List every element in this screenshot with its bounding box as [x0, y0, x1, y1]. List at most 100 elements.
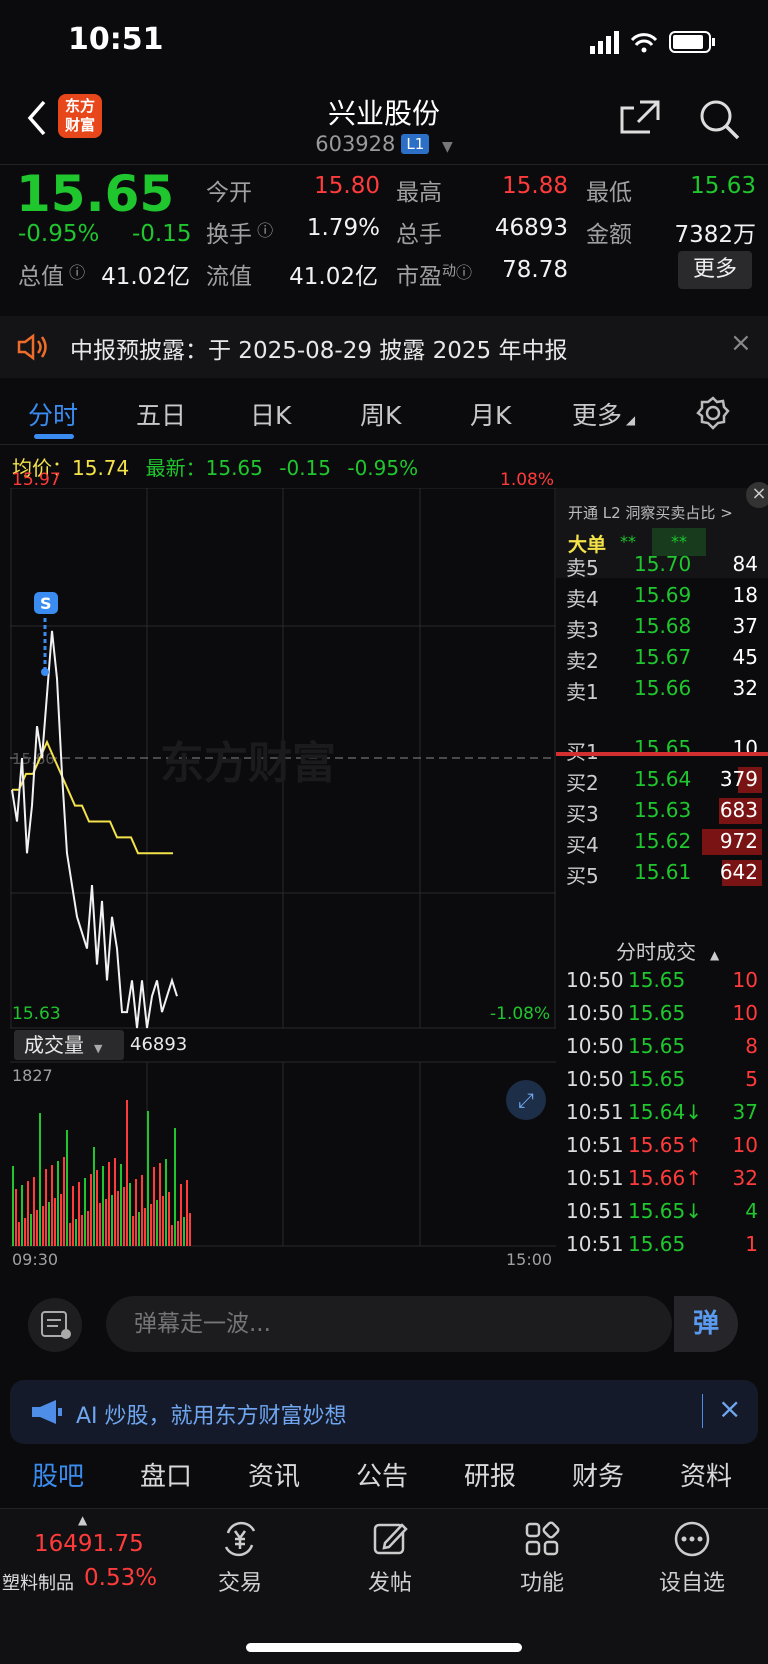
nav-post[interactable]: 发帖	[330, 1519, 450, 1597]
tab-5day[interactable]: 五日	[136, 396, 186, 432]
tab-news[interactable]: 资讯	[248, 1456, 300, 1493]
tab-announcements[interactable]: 公告	[356, 1456, 408, 1493]
chevron-down-icon[interactable]: ▼	[442, 139, 453, 155]
stock-code-row[interactable]: 603928 L1 ▼	[0, 132, 768, 156]
volume-bar	[138, 1212, 140, 1246]
trade-volume: 37	[732, 1100, 758, 1124]
trade-volume: 4	[745, 1199, 758, 1223]
volume-bar	[159, 1163, 161, 1246]
volume-bar	[132, 1216, 134, 1246]
asks-label: 卖4	[566, 587, 599, 611]
volume-bar	[48, 1202, 50, 1246]
sector-index[interactable]: ▲ 16491.75 塑料制品 0.53%	[0, 1513, 170, 1603]
settings-icon[interactable]	[696, 396, 730, 430]
volume-bar	[15, 1189, 17, 1246]
bids-volume: 10	[732, 736, 758, 760]
volume-bar	[162, 1196, 164, 1246]
volume-bar	[72, 1186, 74, 1246]
trade-price: 15.65↑	[628, 1133, 703, 1157]
asks-volume: 18	[732, 583, 758, 607]
trades-title[interactable]: 分时成交 ▲	[616, 936, 719, 965]
close-icon[interactable]: ×	[718, 1392, 741, 1425]
bids-row[interactable]: 买5 15.61 642	[566, 858, 766, 888]
volume-bar	[114, 1158, 116, 1246]
price-line	[11, 630, 178, 1029]
tab-guba[interactable]: 股吧	[32, 1456, 84, 1493]
change-amount: -0.15	[132, 221, 192, 247]
tab-intraday[interactable]: 分时	[28, 396, 78, 432]
turnover-label: 换手 ⓘ	[206, 215, 273, 249]
volume-bar	[33, 1177, 35, 1246]
bids-row[interactable]: 买2 15.64 379	[566, 765, 766, 795]
volume-bar	[165, 1159, 167, 1246]
turnover-label-text: 换手	[206, 222, 252, 248]
info-icon[interactable]: ⓘ	[64, 263, 85, 282]
time-start-label: 09:30	[12, 1250, 59, 1269]
asks-row[interactable]: 卖3 15.68 37	[566, 612, 766, 642]
tab-pankou[interactable]: 盘口	[140, 1456, 192, 1493]
nav-functions[interactable]: 功能	[482, 1519, 602, 1597]
tab-more[interactable]: 更多 ◢	[572, 396, 635, 432]
trade-price: 15.64↓	[628, 1100, 703, 1124]
expand-icon[interactable]: ⤢	[506, 1080, 546, 1120]
big-order-value-1: **	[620, 532, 636, 551]
tab-daily[interactable]: 日K	[250, 396, 291, 432]
asks-row[interactable]: 卖1 15.66 32	[566, 674, 766, 704]
trade-price: 15.66↑	[628, 1166, 703, 1190]
bids-row[interactable]: 买1 15.65 10	[566, 734, 766, 764]
tab-research[interactable]: 研报	[464, 1456, 516, 1493]
close-icon[interactable]: ×	[730, 328, 752, 358]
close-icon[interactable]: ×	[746, 482, 768, 508]
trade-row: 10:50 15.65 8	[566, 1032, 766, 1062]
time-end-label: 15:00	[506, 1250, 553, 1269]
tab-weekly[interactable]: 周K	[360, 396, 401, 432]
nav-trade[interactable]: 交易	[180, 1519, 300, 1597]
volume-bar	[129, 1183, 131, 1246]
asks-row[interactable]: 卖2 15.67 45	[566, 643, 766, 673]
send-danmaku-button[interactable]: 弹	[674, 1296, 738, 1352]
tab-monthly[interactable]: 月K	[470, 396, 511, 432]
chart-canvas[interactable]: 东方财富 15.80 S	[10, 487, 556, 1268]
asks-row[interactable]: 卖4 15.69 18	[566, 581, 766, 611]
tab-profile[interactable]: 资料	[680, 1456, 732, 1493]
divider	[702, 1394, 703, 1428]
bids-row[interactable]: 买3 15.63 683	[566, 796, 766, 826]
amount-value: 7382万	[674, 222, 756, 248]
volume-bar	[168, 1192, 170, 1246]
bids-row[interactable]: 买4 15.62 972	[566, 827, 766, 857]
intraday-chart[interactable]: 东方财富 15.80 S 15.97 1.08% 15.63 -1.08% 成交…	[10, 470, 556, 1269]
volume-bar	[147, 1111, 149, 1246]
trade-time: 10:50	[566, 1067, 624, 1091]
pe-value: 78.78	[502, 257, 568, 283]
trade-volume: 5	[745, 1067, 758, 1091]
tab-finance[interactable]: 财务	[572, 1456, 624, 1493]
volume-bar	[102, 1166, 104, 1246]
asks-volume: 84	[732, 552, 758, 576]
asks-price: 15.70	[634, 552, 692, 576]
bids-price: 15.62	[634, 829, 692, 853]
ai-banner[interactable]: AI 炒股，就用东方财富妙想 ×	[10, 1380, 758, 1444]
asks-volume: 32	[732, 676, 758, 700]
book-divider	[556, 752, 768, 756]
trade-time: 10:50	[566, 1001, 624, 1025]
grid	[10, 487, 556, 1247]
notice-bar[interactable]: 中报预披露：于 2025-08-29 披露 2025 年中报 ×	[0, 316, 768, 378]
volume-indicator-select[interactable]: 成交量 ▼	[14, 1030, 124, 1060]
trade-row: 10:50 15.65 5	[566, 1065, 766, 1095]
asks-row[interactable]: 卖5 15.70 84	[566, 550, 766, 580]
volume-bar	[135, 1179, 137, 1246]
stock-name: 兴业股份	[327, 97, 440, 130]
info-icon[interactable]: ⓘ	[252, 221, 273, 240]
danmaku-toggle-button[interactable]	[28, 1298, 82, 1352]
more-button[interactable]: 更多	[678, 251, 752, 289]
chevron-up-icon: ▲	[78, 1513, 88, 1527]
yen-exchange-icon	[224, 1521, 256, 1557]
volume-bar	[156, 1200, 158, 1246]
danmaku-input[interactable]	[106, 1296, 672, 1352]
sector-name: 塑料制品	[2, 1573, 74, 1594]
volume-bar	[120, 1164, 122, 1246]
nav-add-watchlist[interactable]: 设自选	[632, 1519, 752, 1597]
trade-price: 15.65	[628, 1232, 686, 1256]
bids-volume: 972	[719, 829, 758, 853]
pe-label-text: 市盈	[396, 264, 442, 290]
